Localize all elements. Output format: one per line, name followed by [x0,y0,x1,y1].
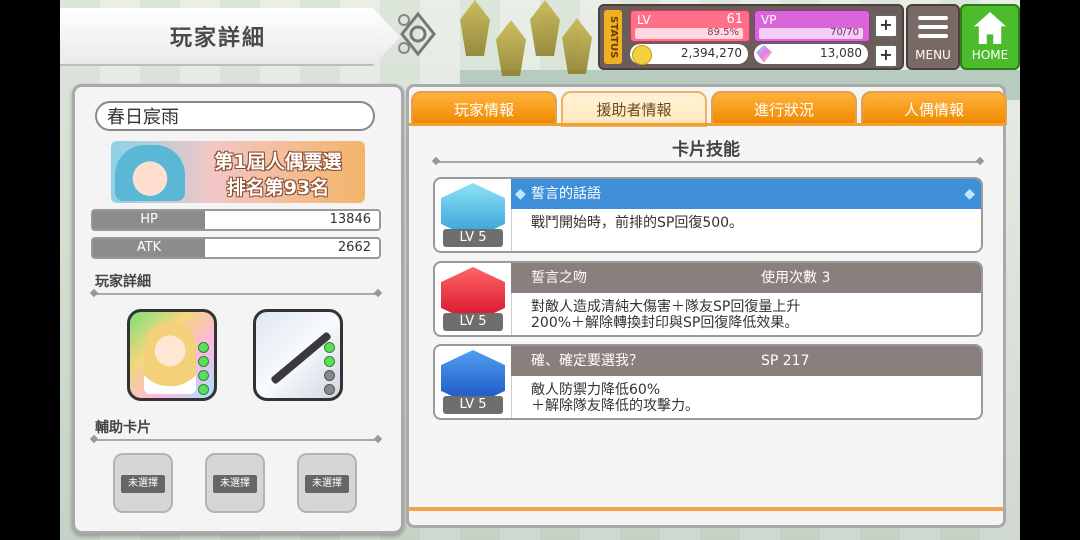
skill-card[interactable]: LV 5 誓言的話語 ◆ ◆ 戰鬥開始時，前排的SP回復500。 [433,177,983,253]
details-heading: 玩家詳細 [95,274,151,290]
money-display: 2,394,270 [630,44,748,65]
divider [93,293,379,295]
lamp-icon [530,0,560,56]
player-panel: 春日宸雨 第1屆人偶票選 排名第93名 HP 13846 ATK 2662 玩家… [72,84,404,534]
character-portrait [144,322,196,394]
menu-label: MENU [915,48,951,62]
lamp-icon [562,18,592,74]
level-bar: LV 61 89.5% [630,10,750,42]
tab-player-info[interactable]: 玩家情報 [411,91,557,125]
ranking-position: 排名第93名 [226,177,330,199]
menu-button[interactable]: MENU [906,4,960,70]
level-progress: 89.5% [707,27,739,38]
level-tag: LV [637,13,651,27]
ranking-banner[interactable]: 第1屆人偶票選 排名第93名 [111,141,365,203]
support-slot-3[interactable]: 未選擇 [297,453,357,513]
sparkle-icon: ◆ [964,186,975,202]
gem-display: 13,080 [754,44,868,64]
player-name: 春日宸雨 [95,101,375,131]
game-screen: 玩家詳細 STATUS LV 61 89.5% VP 70/70 + 2,394… [60,0,1020,540]
skill-desc-line: 敵人防禦力降低60% [531,382,661,398]
skill-name: 確、確定要選我？ [531,353,643,369]
weapon-card[interactable] [253,309,343,401]
skill-desc-line: 戰鬥開始時，前排的SP回復500。 [531,215,744,231]
skill-header: 誓言的話語 ◆ ◆ [511,179,981,209]
tab-doll-info[interactable]: 人偶情報 [861,91,1007,125]
level-progress-bar: 89.5% [635,27,743,39]
atk-value: 2662 [337,240,371,255]
skill-sp-cost: SP 217 [761,353,810,369]
atk-row: ATK 2662 [91,237,381,259]
skill-level: LV 5 [443,313,503,331]
card-rank-dots [324,342,335,398]
info-panel: 玩家情報 援助者情報 進行狀況 人偶情報 卡片技能 LV 5 誓言的話語 ◆ ◆… [406,84,1007,528]
skill-desc-line: 對敵人造成清純大傷害＋隊友SP回復量上升 [531,299,801,315]
ornament-icon [398,11,436,57]
tab-underline [409,123,1003,126]
character-card[interactable] [127,309,217,401]
home-label: HOME [971,48,1009,62]
divider [435,161,981,163]
lamp-icon [460,0,490,56]
add-gems-button[interactable]: + [874,44,898,68]
page-title: 玩家詳細 [170,26,267,51]
skill-name: 誓言的話語 [531,186,601,202]
skill-description: 戰鬥開始時，前排的SP回復500。 [531,215,743,231]
skill-card[interactable]: LV 5 誓言之吻 使用次數 3 對敵人造成清純大傷害＋隊友SP回復量上升 20… [433,261,983,337]
tab-progress[interactable]: 進行狀況 [711,91,857,125]
skill-level: LV 5 [443,229,503,247]
money-value: 2,394,270 [680,46,742,60]
rifle-icon [270,331,332,385]
skill-description: 敵人防禦力降低60% ＋解除隊友降低的攻擊力。 [531,382,699,414]
skill-icon-box: LV 5 [435,179,512,251]
lamp-icon [496,20,526,76]
vp-progress-bar: 70/70 [759,27,863,39]
home-icon [974,12,1006,44]
skill-level: LV 5 [443,396,503,414]
slot-label: 未選擇 [121,475,165,493]
gem-icon [756,45,772,63]
hp-row: HP 13846 [91,209,381,231]
slot-label: 未選擇 [213,475,257,493]
skill-description: 對敵人造成清純大傷害＋隊友SP回復量上升 200%＋解除轉換封印與SP回復降低效… [531,299,800,331]
vp-value: 70/70 [830,27,859,38]
hamburger-icon [918,16,948,40]
skill-name: 誓言之吻 [531,270,587,286]
skill-desc-line: ＋解除隊友降低的攻擊力。 [531,398,699,414]
skill-desc-line: 200%＋解除轉換封印與SP回復降低效果。 [531,315,799,331]
vp-tag: VP [761,13,777,27]
skill-header: 誓言之吻 使用次數 3 [511,263,981,293]
hp-value: 13846 [329,212,371,227]
vp-bar: VP 70/70 [754,10,870,42]
hp-label: HP [93,211,205,229]
coin-icon [632,45,652,65]
tab-supporter-info[interactable]: 援助者情報 [561,91,707,127]
slot-label: 未選擇 [305,475,349,493]
skills-title: 卡片技能 [672,140,740,160]
add-vp-button[interactable]: + [874,14,898,38]
ranking-title: 第1屆人偶票選 [214,151,342,173]
support-slot-1[interactable]: 未選擇 [113,453,173,513]
card-rank-dots [198,342,209,398]
sparkle-icon: ◆ [515,186,526,202]
character-portrait [115,145,185,201]
skill-header: 確、確定要選我？ SP 217 [511,346,981,376]
skill-usage: 使用次數 3 [761,270,831,286]
divider [93,439,379,441]
skill-icon-box: LV 5 [435,263,512,335]
status-label: STATUS [604,10,622,64]
skill-card[interactable]: LV 5 確、確定要選我？ SP 217 敵人防禦力降低60% ＋解除隊友降低的… [433,344,983,420]
status-panel: STATUS LV 61 89.5% VP 70/70 + 2,394,270 … [598,4,904,70]
atk-label: ATK [93,239,205,257]
support-slot-2[interactable]: 未選擇 [205,453,265,513]
skill-icon-box: LV 5 [435,346,512,418]
gem-value: 13,080 [820,46,862,60]
support-heading: 輔助卡片 [95,420,151,436]
level-value: 61 [726,12,743,27]
panel-bottom-strip [409,507,1003,511]
home-button[interactable]: HOME [960,4,1020,70]
